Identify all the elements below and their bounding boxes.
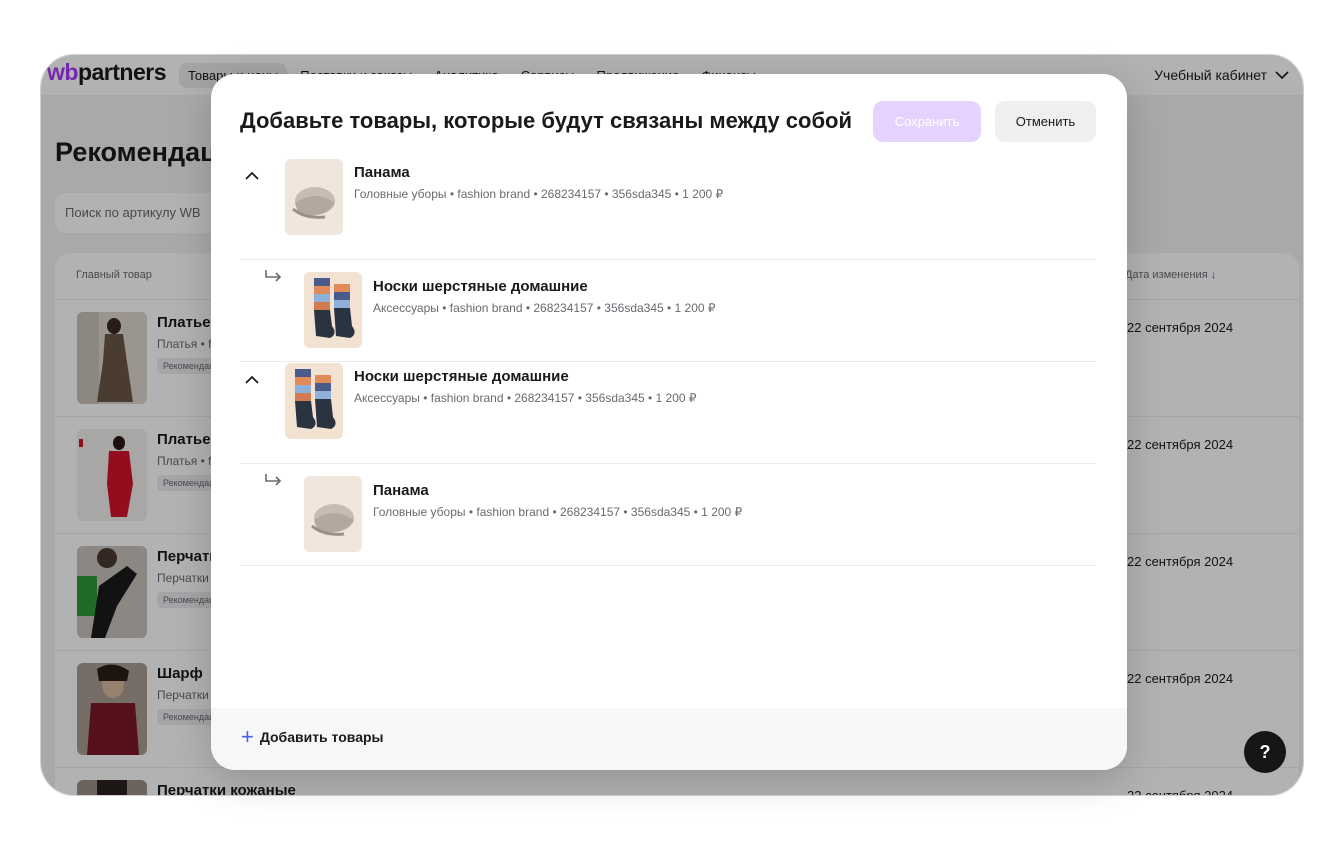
collapse-chevron-up-icon[interactable]: [242, 370, 262, 390]
modal-title: Добавьте товары, которые будут связаны м…: [240, 108, 853, 133]
product-name: Носки шерстяные домашние: [373, 278, 588, 295]
child-product-row[interactable]: Панама Головные уборы • fashion brand • …: [240, 464, 1096, 566]
product-meta: Головные уборы • fashion brand • 2682341…: [373, 505, 743, 519]
link-products-modal: Добавьте товары, которые будут связаны м…: [211, 74, 1127, 770]
parent-product-row[interactable]: Носки шерстяные домашние Аксессуары • fa…: [240, 362, 1096, 464]
child-product-row[interactable]: Носки шерстяные домашние Аксессуары • fa…: [240, 260, 1096, 362]
product-meta: Аксессуары • fashion brand • 268234157 •…: [354, 391, 697, 405]
save-button[interactable]: Сохранить: [873, 101, 981, 142]
socks-product-image: [304, 272, 362, 348]
cap-product-image: [285, 159, 343, 235]
add-products-button[interactable]: + Добавить товары: [241, 724, 384, 749]
cap-product-image: [304, 476, 362, 552]
product-meta: Головные уборы • fashion brand • 2682341…: [354, 187, 724, 201]
cancel-button[interactable]: Отменить: [995, 101, 1096, 142]
modal-footer: + Добавить товары: [211, 708, 1127, 770]
plus-icon: +: [241, 724, 254, 749]
add-products-label: Добавить товары: [259, 729, 384, 745]
collapse-chevron-up-icon[interactable]: [242, 166, 262, 186]
linked-arrow-icon: [262, 266, 286, 286]
product-name: Панама: [354, 164, 410, 181]
help-button[interactable]: ?: [1244, 731, 1286, 773]
product-name: Носки шерстяные домашние: [354, 368, 569, 385]
linked-arrow-icon: [262, 470, 286, 490]
parent-product-row[interactable]: Панама Головные уборы • fashion brand • …: [240, 158, 1096, 260]
product-name: Панама: [373, 482, 429, 499]
product-meta: Аксессуары • fashion brand • 268234157 •…: [373, 301, 716, 315]
socks-product-image: [285, 363, 343, 439]
